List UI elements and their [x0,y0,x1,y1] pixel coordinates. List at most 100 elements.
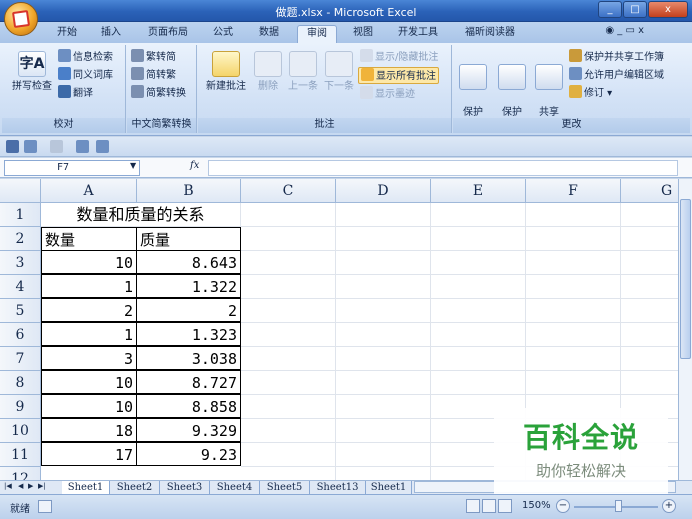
cell-b4[interactable]: 1.322 [136,274,241,298]
row-header-6[interactable]: 6 [0,323,41,347]
page-break-view-icon[interactable] [498,499,512,513]
row-header-11[interactable]: 11 [0,443,41,467]
vertical-scroll-thumb[interactable] [680,199,691,359]
column-header-b[interactable]: B [137,179,241,203]
restore-button[interactable]: □ [623,1,647,18]
row-header-5[interactable]: 5 [0,299,41,323]
sheet-tab-sheet1-duplicate[interactable]: Sheet1 [366,481,412,495]
row-header-4[interactable]: 4 [0,275,41,299]
next-comment-button[interactable]: 下一条 [322,51,356,93]
tab-page-layout[interactable]: 页面布局 [140,25,196,43]
insert-function-icon[interactable]: fx [190,160,199,171]
customize-icon[interactable] [96,140,109,153]
row-header-1[interactable]: 1 [0,203,41,227]
minimize-button[interactable]: _ [598,1,622,18]
zoom-level[interactable]: 150% [522,500,551,511]
macro-record-icon[interactable] [38,500,52,513]
tab-developer[interactable]: 开发工具 [390,25,446,43]
sheet-tab-sheet13[interactable]: Sheet13 [310,481,366,495]
cell-a5[interactable]: 2 [41,298,137,322]
cell-b2-header[interactable]: 质量 [136,227,241,251]
sheet-tab-sheet3[interactable]: Sheet3 [160,481,210,495]
tab-home[interactable]: 开始 [50,25,84,43]
delete-comment-button[interactable]: 删除 [252,51,284,93]
column-header-f[interactable]: F [526,179,621,203]
tab-insert[interactable]: 插入 [94,25,128,43]
vertical-scrollbar[interactable] [678,179,692,480]
first-sheet-icon[interactable]: |◀ [4,482,12,490]
cell-b5[interactable]: 2 [136,298,241,322]
page-layout-view-icon[interactable] [482,499,496,513]
cell-b7[interactable]: 3.038 [136,346,241,370]
cell-b11[interactable]: 9.23 [136,442,241,466]
print-preview-icon[interactable] [76,140,89,153]
research-button[interactable]: 信息检索 [58,49,113,66]
undo-icon[interactable] [24,140,37,153]
row-header-2[interactable]: 2 [0,227,41,251]
tab-foxit-reader[interactable]: 福昕阅读器 [458,25,522,43]
track-changes-button[interactable]: 修订 ▾ [569,85,612,102]
cell-b3[interactable]: 8.643 [136,250,241,274]
name-box[interactable]: F7 [4,160,140,176]
tab-view[interactable]: 视图 [346,25,380,43]
tab-review[interactable]: 审阅 [297,25,337,43]
column-header-c[interactable]: C [241,179,336,203]
simp-to-trad-button[interactable]: 简转繁 [131,67,176,84]
cell-b9[interactable]: 8.858 [136,394,241,418]
row-header-9[interactable]: 9 [0,395,41,419]
trad-to-simp-button[interactable]: 繁转简 [131,49,176,66]
row-header-3[interactable]: 3 [0,251,41,275]
sheet-tab-sheet4[interactable]: Sheet4 [210,481,260,495]
cell-a7[interactable]: 3 [41,346,137,370]
sheet-tab-sheet2[interactable]: Sheet2 [110,481,160,495]
show-all-comments-button[interactable]: 显示所有批注 [358,67,439,84]
column-header-e[interactable]: E [431,179,526,203]
office-button[interactable] [4,2,38,36]
column-header-d[interactable]: D [336,179,431,203]
cell-b6[interactable]: 1.323 [136,322,241,346]
zoom-slider-thumb[interactable] [615,500,622,512]
last-sheet-icon[interactable]: ▶| [38,482,46,490]
new-comment-button[interactable]: 新建批注 [202,51,250,93]
sheet-tab-sheet5[interactable]: Sheet5 [260,481,310,495]
column-header-a[interactable]: A [41,179,137,203]
translate-button[interactable]: 翻译 [58,85,93,102]
close-button[interactable]: x [648,1,688,18]
tab-data[interactable]: 数据 [252,25,286,43]
zoom-in-button[interactable]: + [662,499,676,513]
cell-a6[interactable]: 1 [41,322,137,346]
cell-a1-title[interactable]: 数量和质量的关系 [41,203,241,227]
row-header-7[interactable]: 7 [0,347,41,371]
thesaurus-button[interactable]: 同义词库 [58,67,113,84]
save-icon[interactable] [6,140,19,153]
redo-icon[interactable] [50,140,63,153]
cell-a9[interactable]: 10 [41,394,137,418]
sheet-tab-sheet1[interactable]: Sheet1 [62,481,110,495]
row-header-10[interactable]: 10 [0,419,41,443]
formula-input[interactable] [208,160,678,176]
previous-comment-button[interactable]: 上一条 [286,51,320,93]
cell-a8[interactable]: 10 [41,370,137,394]
chinese-convert-button[interactable]: 简繁转换 [131,85,186,102]
normal-view-icon[interactable] [466,499,480,513]
cell-a3[interactable]: 10 [41,250,137,274]
name-box-dropdown-icon[interactable]: ▼ [130,161,136,170]
cell-b10[interactable]: 9.329 [136,418,241,442]
column-header-g[interactable]: G [621,179,678,203]
cell-b8[interactable]: 8.727 [136,370,241,394]
show-ink-button[interactable]: 显示墨迹 [360,86,415,103]
protect-share-workbook-button[interactable]: 保护并共享工作簿 [569,49,664,66]
row-header-12[interactable]: 12 [0,467,41,480]
cell-a4[interactable]: 1 [41,274,137,298]
spell-check-button[interactable]: 字A 拼写检查 [8,51,56,93]
show-hide-comment-button[interactable]: 显示/隐藏批注 [360,49,438,66]
allow-edit-ranges-button[interactable]: 允许用户编辑区域 [569,67,664,84]
cell-a11[interactable]: 17 [41,442,137,466]
tab-formulas[interactable]: 公式 [206,25,240,43]
zoom-out-button[interactable]: − [556,499,570,513]
ribbon-help-controls[interactable]: ◉ _ ▭ x [605,25,644,36]
cell-a2-header[interactable]: 数量 [41,227,137,251]
cell-a10[interactable]: 18 [41,418,137,442]
row-header-8[interactable]: 8 [0,371,41,395]
select-all-corner[interactable] [0,179,41,203]
